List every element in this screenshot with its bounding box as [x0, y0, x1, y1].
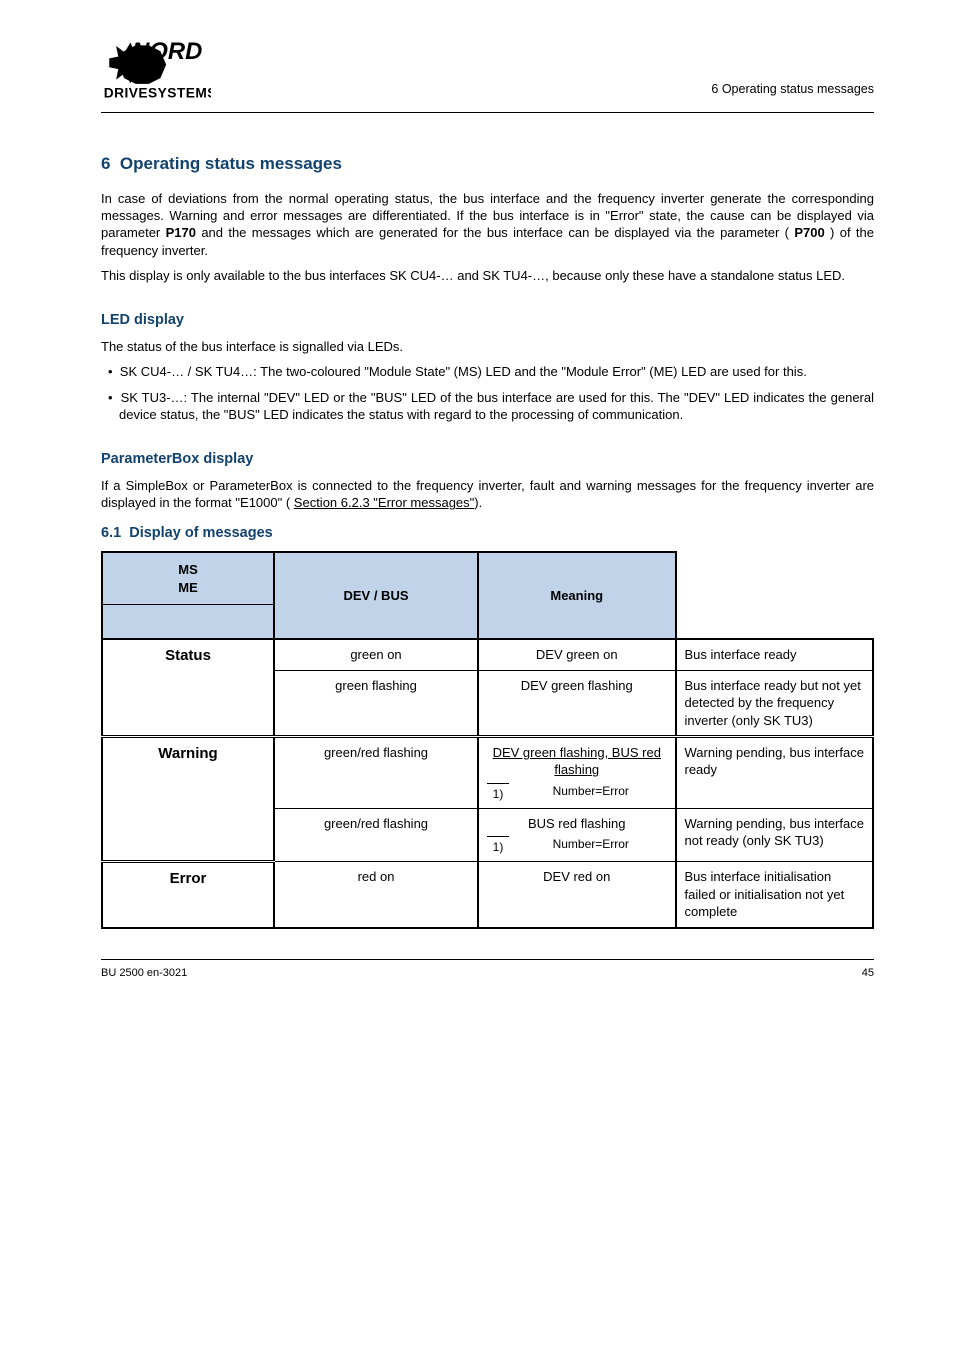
cell-dev-3: DEV green flashing, BUS red flashing 1) …: [478, 737, 676, 809]
logo-text-top: NORD: [132, 38, 202, 65]
led-p1: The status of the bus interface is signa…: [101, 338, 874, 355]
led-li2: • SK TU3-…: The internal "DEV" LED or th…: [101, 389, 874, 424]
pbox-p-text: If a SimpleBox or ParameterBox is connec…: [101, 478, 874, 510]
cell-m-2: Bus interface ready but not yet detected…: [676, 670, 874, 736]
cell-dev-3-n: 1): [487, 783, 509, 802]
subsection-title: Display of messages: [129, 525, 272, 541]
cell-m-1: Bus interface ready: [676, 639, 874, 670]
logo: NORD DRIVESYSTEMS: [101, 28, 211, 106]
led-li1-text: SK CU4-… / SK TU4…: The two-coloured "Mo…: [120, 364, 807, 379]
pbox-paragraph: If a SimpleBox or ParameterBox is connec…: [101, 477, 874, 512]
th-me: ME: [178, 580, 198, 595]
th-ms-me: MS ME: [102, 552, 274, 604]
cell-dev-4-n: 1): [487, 836, 509, 855]
message-table: MS ME DEV / BUS Meaning Status green on …: [101, 551, 874, 928]
group-error: Error: [102, 862, 274, 928]
cell-m-3: Warning pending, bus interface ready: [676, 737, 874, 809]
footer-left: BU 2500 en-3021: [101, 966, 187, 981]
th-empty: [102, 605, 274, 640]
cell-msme-1: green on: [274, 639, 478, 670]
th-devbus: DEV / BUS: [274, 552, 478, 639]
th-meaning: Meaning: [478, 552, 676, 639]
cell-dev-2: DEV green flashing: [478, 670, 676, 736]
logo-text-bottom: DRIVESYSTEMS: [104, 86, 211, 101]
intro-p1b: and the messages which are generated for…: [201, 225, 789, 240]
cell-dev-3-t: Number=Error: [515, 783, 667, 799]
pbox-heading: ParameterBox display: [101, 450, 874, 469]
cell-msme-5: red on: [274, 862, 478, 928]
group-warning: Warning: [102, 737, 274, 862]
section-heading: 6 Operating status messages: [101, 153, 874, 176]
footer-right: 45: [862, 966, 874, 981]
intro-p1-bold2: P700: [794, 225, 824, 240]
th-ms: MS: [178, 562, 198, 577]
intro-paragraph: In case of deviations from the normal op…: [101, 190, 874, 260]
cell-msme-2: green flashing: [274, 670, 478, 736]
subsection-number: 6.1: [101, 525, 121, 541]
cell-dev-5: DEV red on: [478, 862, 676, 928]
cell-dev-4-t: Number=Error: [515, 836, 667, 852]
led-li1: • SK CU4-… / SK TU4…: The two-coloured "…: [101, 363, 874, 380]
led-heading: LED display: [101, 311, 874, 330]
section-number: 6: [101, 154, 110, 173]
cell-dev-1: DEV green on: [478, 639, 676, 670]
page-header-title: 6 Operating status messages: [711, 81, 874, 106]
section-title: Operating status messages: [120, 154, 342, 173]
intro-paragraph-2: This display is only available to the bu…: [101, 267, 874, 284]
cell-dev-4: BUS red flashing 1) Number=Error: [478, 808, 676, 861]
intro-p1-bold: P170: [166, 225, 196, 240]
cell-dev-3-text: DEV green flashing, BUS red flashing: [487, 744, 667, 779]
cell-m-4: Warning pending, bus interface not ready…: [676, 808, 874, 861]
led-li2-text: SK TU3-…: The internal "DEV" LED or the …: [119, 390, 874, 422]
header-divider: [101, 112, 874, 113]
cell-msme-4: green/red flashing: [274, 808, 478, 861]
cell-m-5: Bus interface initialisation failed or i…: [676, 862, 874, 928]
cell-dev-4-text: BUS red flashing: [487, 815, 667, 832]
pbox-link[interactable]: Section 6.2.3 "Error messages": [294, 495, 474, 510]
page-footer: BU 2500 en-3021 45: [101, 959, 874, 981]
subsection-heading: 6.1 Display of messages: [101, 524, 874, 543]
group-status: Status: [102, 639, 274, 736]
cell-msme-3: green/red flashing: [274, 737, 478, 809]
